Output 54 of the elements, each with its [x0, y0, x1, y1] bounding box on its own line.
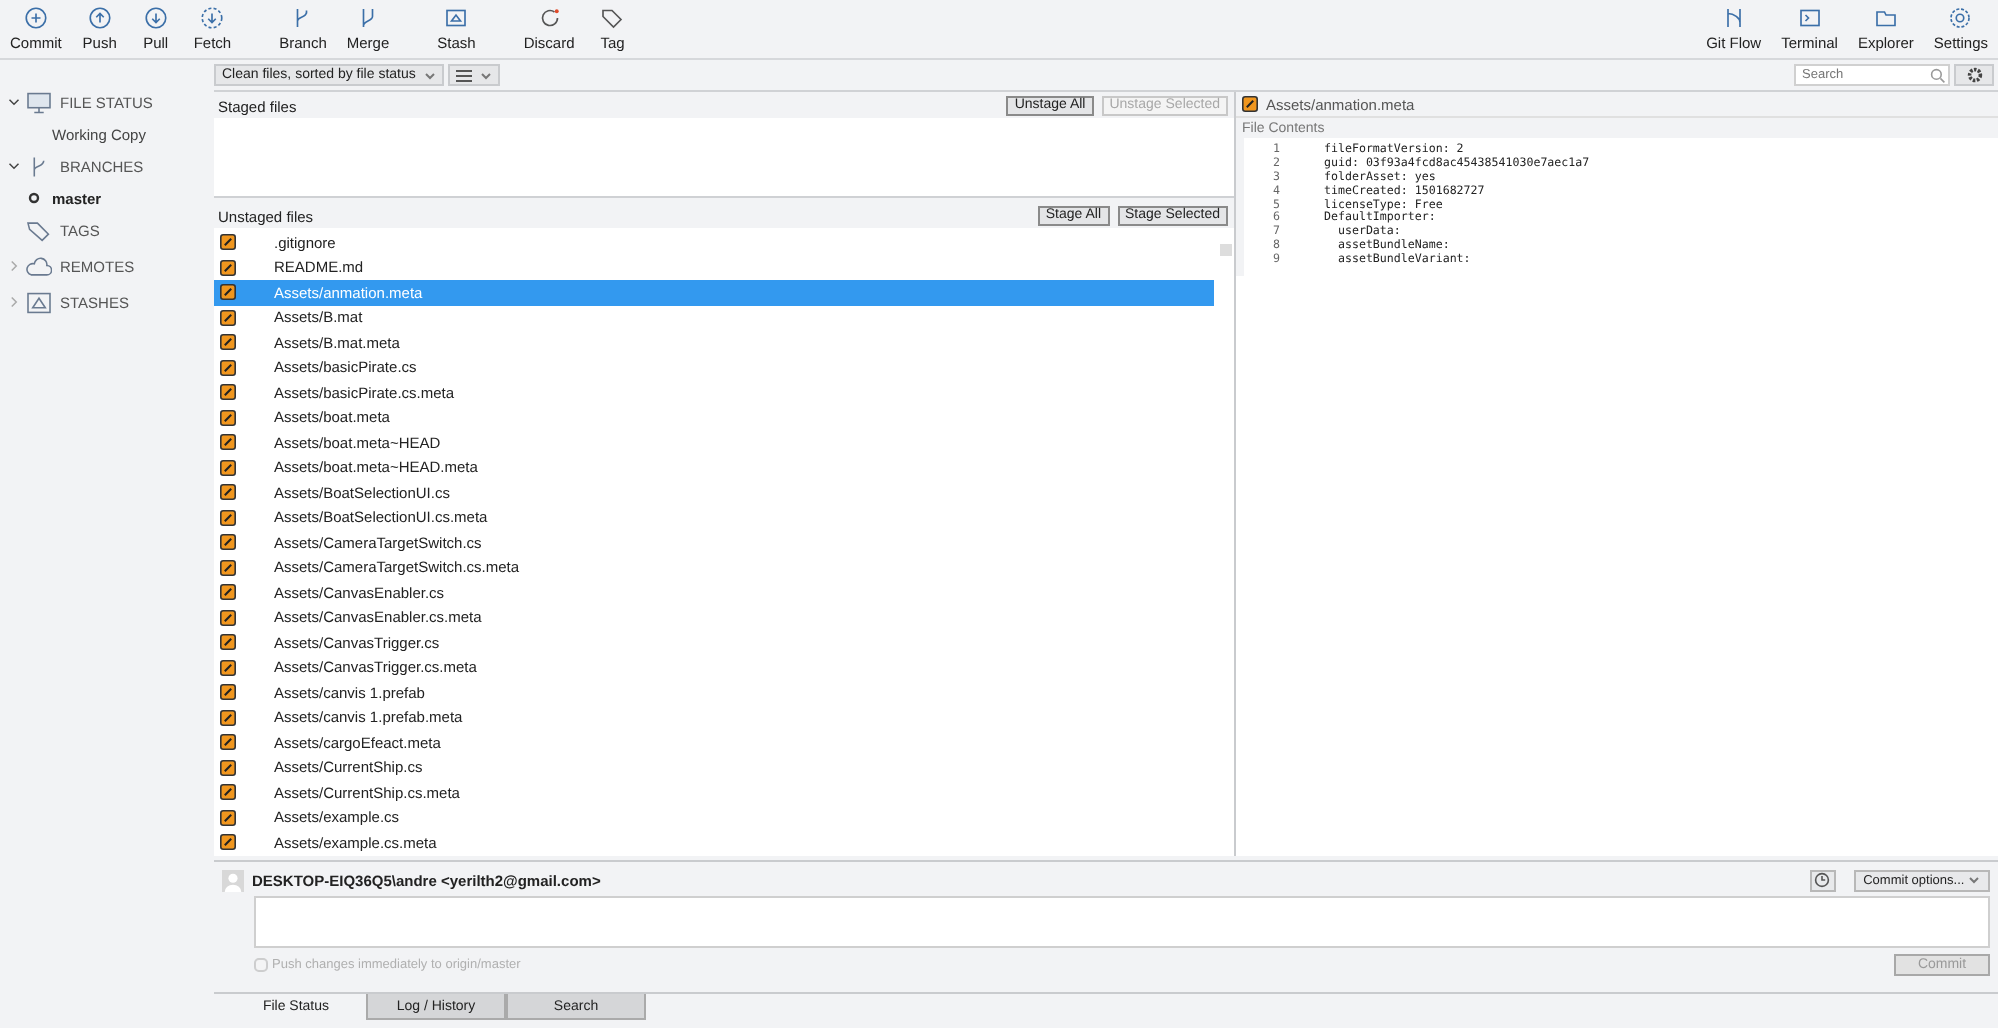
pencil-icon: [220, 559, 236, 576]
stash-icon: [26, 291, 52, 313]
pencil-icon: [220, 684, 236, 701]
scrollbar[interactable]: [1220, 244, 1232, 256]
git-flow-icon: [1721, 6, 1746, 30]
pencil-icon: [220, 709, 236, 726]
discard-icon: [537, 6, 562, 30]
tag-icon: [26, 219, 52, 241]
caret-icon: [423, 71, 436, 79]
pencil-icon: [220, 284, 236, 301]
push-icon: [87, 6, 112, 30]
avatar-icon: [222, 869, 244, 891]
pull-icon: [143, 6, 168, 30]
list-icon: [455, 69, 472, 81]
search-icon: [1930, 67, 1946, 83]
terminal-icon: [1797, 6, 1822, 30]
pencil-icon: [220, 809, 236, 826]
pencil-icon: [220, 534, 236, 551]
pencil-icon: [220, 784, 236, 801]
caret-icon: [479, 71, 492, 79]
stash-icon: [444, 6, 469, 30]
caret-icon: [1968, 875, 1980, 883]
pencil-icon: [220, 609, 236, 626]
history-button[interactable]: [1809, 869, 1836, 891]
pencil-icon: [220, 634, 236, 651]
pencil-icon: [220, 234, 236, 251]
settings-dropdown[interactable]: [1954, 64, 1994, 86]
pencil-icon: [220, 334, 236, 351]
pencil-icon: [1242, 96, 1258, 112]
pencil-icon: [220, 259, 236, 276]
cloud-icon: [26, 255, 52, 277]
pencil-icon: [220, 384, 236, 401]
pencil-icon: [220, 759, 236, 776]
tag-icon: [600, 6, 625, 30]
commit-message-field[interactable]: [254, 896, 1990, 948]
pencil-icon: [220, 434, 236, 451]
view-dropdown[interactable]: [447, 64, 500, 86]
pencil-icon: [220, 484, 236, 501]
pencil-icon: [220, 584, 236, 601]
monitor-icon: [26, 91, 52, 113]
folder-icon: [1873, 6, 1898, 30]
pencil-icon: [220, 409, 236, 426]
pencil-icon: [220, 459, 236, 476]
commit-icon: [23, 6, 48, 30]
pencil-icon: [220, 509, 236, 526]
pencil-icon: [220, 659, 236, 676]
pencil-icon: [220, 734, 236, 751]
fetch-icon: [200, 6, 225, 30]
settings-icon: [1948, 6, 1973, 30]
clock-icon: [1814, 872, 1831, 888]
pencil-icon: [220, 359, 236, 376]
pencil-icon: [220, 309, 236, 326]
pencil-icon: [220, 834, 236, 851]
gear-icon: [1965, 66, 1983, 84]
